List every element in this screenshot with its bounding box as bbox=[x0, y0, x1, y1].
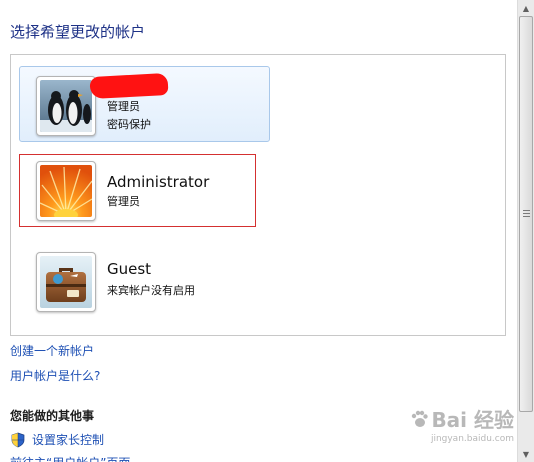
uac-shield-icon bbox=[11, 432, 25, 447]
account-list-panel: 管理员 密码保护 Administrator 管理员 Guest 来宾帐户没有启… bbox=[10, 54, 506, 336]
account-tile-user[interactable]: 管理员 密码保护 bbox=[19, 66, 270, 142]
goto-main-page-link[interactable]: 前往主“用户帐户”页面 bbox=[10, 454, 130, 462]
account-type: 管理员 bbox=[107, 195, 140, 208]
redaction-mark bbox=[89, 72, 169, 100]
scroll-up-arrow-icon[interactable]: ▲ bbox=[518, 0, 534, 16]
account-status: 密码保护 bbox=[107, 118, 151, 131]
avatar bbox=[36, 252, 96, 312]
penguins-icon bbox=[40, 80, 92, 132]
thumb-grip-icon bbox=[523, 210, 530, 217]
account-tile-administrator[interactable]: Administrator 管理员 bbox=[19, 154, 256, 227]
vertical-scrollbar[interactable]: ▲ ▼ bbox=[517, 0, 534, 462]
avatar bbox=[36, 76, 96, 136]
account-type: 来宾帐户没有启用 bbox=[107, 284, 195, 297]
other-tasks-heading: 您能做的其他事 bbox=[10, 409, 95, 423]
watermark-logo-text: Bai 经验 bbox=[431, 408, 514, 432]
flower-icon bbox=[40, 165, 92, 217]
create-account-link[interactable]: 创建一个新帐户 bbox=[10, 342, 94, 359]
account-type: 管理员 bbox=[107, 100, 140, 113]
paw-logo-icon bbox=[412, 410, 429, 427]
parental-controls-link[interactable]: 设置家长控制 bbox=[10, 431, 104, 448]
page-title: 选择希望更改的帐户 bbox=[10, 23, 146, 41]
account-tile-guest[interactable]: Guest 来宾帐户没有启用 bbox=[19, 242, 270, 318]
scrollbar-thumb[interactable] bbox=[519, 16, 533, 412]
suitcase-icon bbox=[40, 256, 92, 308]
what-is-account-link[interactable]: 用户帐户是什么? bbox=[10, 367, 100, 384]
parental-controls-label: 设置家长控制 bbox=[32, 433, 105, 447]
avatar bbox=[36, 161, 96, 221]
watermark-url: jingyan.baidu.com bbox=[430, 434, 514, 444]
account-name: Guest bbox=[107, 260, 152, 278]
account-name: Administrator bbox=[107, 173, 210, 191]
watermark: Bai 经验 jingyan.baidu.com bbox=[409, 404, 514, 444]
scroll-down-arrow-icon[interactable]: ▼ bbox=[518, 446, 534, 462]
